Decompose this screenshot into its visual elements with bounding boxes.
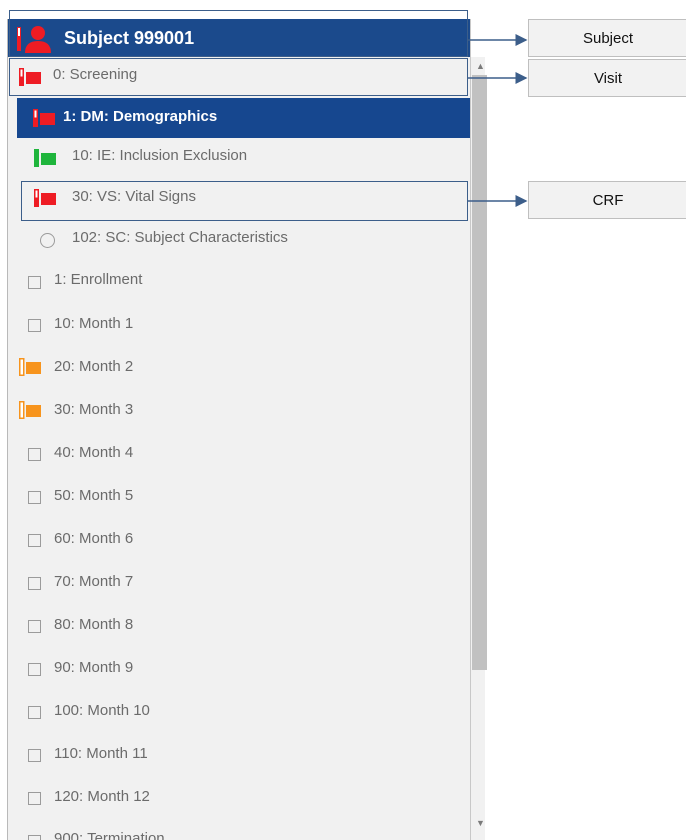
crf-callout: CRF xyxy=(528,181,686,219)
subject-callout-label: Subject xyxy=(582,29,634,47)
subject-callout: Subject xyxy=(528,19,686,57)
visit-callout: Visit xyxy=(528,59,686,97)
crf-callout-label: CRF xyxy=(592,191,624,209)
callout-connectors xyxy=(468,34,528,207)
visit-callout-label: Visit xyxy=(593,69,623,87)
